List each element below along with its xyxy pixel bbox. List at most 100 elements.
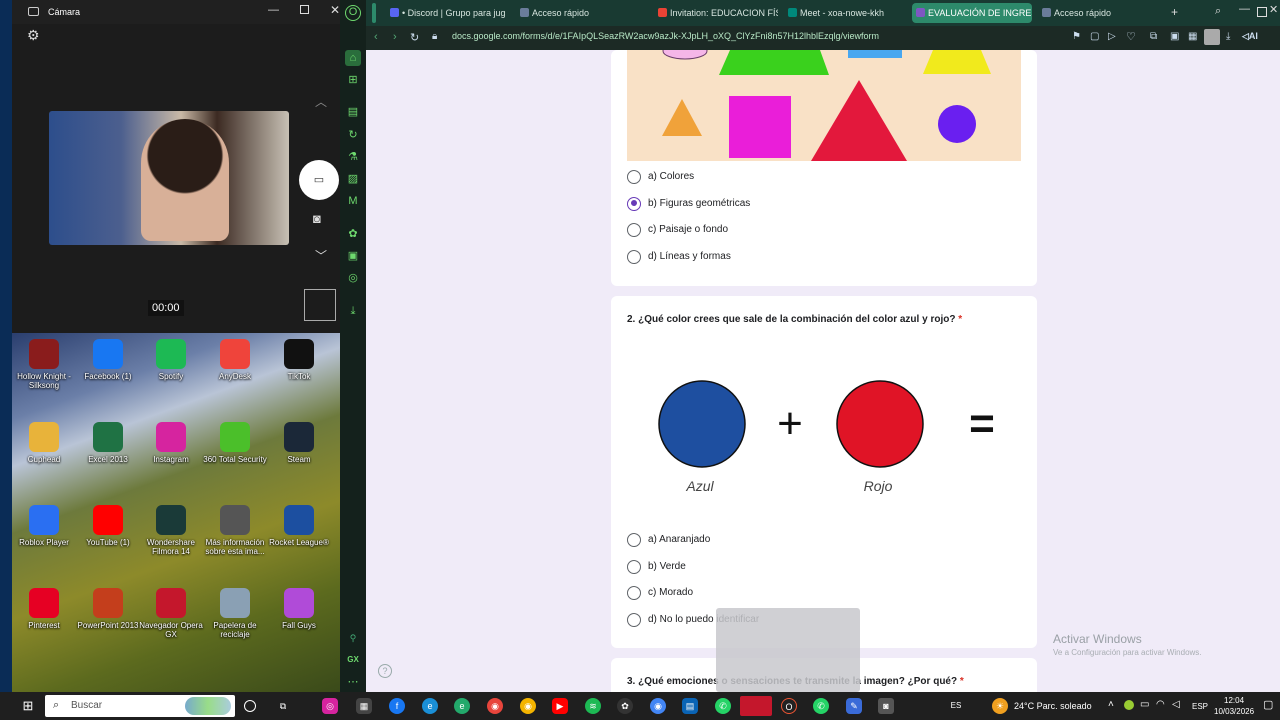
gmail-icon[interactable]: M [345, 193, 361, 209]
desktop-icon[interactable]: Pinterest [12, 588, 76, 630]
video-mode-button[interactable]: ▭ [299, 160, 339, 200]
tray-wifi-icon[interactable]: ◠ [1156, 699, 1165, 710]
pin-icon[interactable]: ⚲ [345, 630, 361, 646]
cortana-icon[interactable] [244, 700, 256, 712]
browser-tab[interactable]: Acceso rápido [1038, 3, 1148, 23]
input-indicator-icon[interactable]: ES [948, 698, 964, 714]
easy-setup-icon[interactable]: ▣ [1170, 31, 1179, 42]
taskbar-camera-icon[interactable]: ◙ [878, 698, 894, 714]
maximize-button[interactable] [300, 5, 309, 14]
forward-icon[interactable]: › [393, 31, 397, 43]
option-label[interactable]: a) Colores [648, 171, 694, 182]
collapse-up-icon[interactable]: ︿ [315, 93, 327, 110]
taskbar-active-app[interactable] [740, 696, 772, 716]
limiter-icon[interactable]: ▨ [345, 171, 361, 187]
desktop-icon[interactable]: Excel 2013 [76, 422, 140, 464]
desktop-icon[interactable]: AnyDesk [203, 339, 267, 381]
desktop-icon[interactable]: Roblox Player [12, 505, 76, 547]
gx-controller-icon[interactable]: ⊞ [345, 72, 361, 88]
radio-button[interactable] [627, 533, 641, 547]
extensions-icon[interactable]: ⧉ [1150, 31, 1157, 42]
tray-chevron-icon[interactable]: ˄ [1108, 699, 1114, 710]
clock-time[interactable]: 12:04 [1224, 696, 1244, 705]
taskbar-edge-icon[interactable]: e [422, 698, 438, 714]
taskbar-chrome-2-icon[interactable]: ◉ [520, 698, 536, 714]
bookmark-icon[interactable]: ⚑ [1072, 31, 1081, 42]
gx-corner-icon[interactable]: ▤ [345, 104, 361, 120]
taskbar-chrome-icon[interactable]: ◉ [487, 698, 503, 714]
browser-tab[interactable]: Meet - xoa-nowe-kkh [784, 3, 906, 23]
option-label[interactable]: c) Morado [648, 587, 693, 598]
taskbar-youtube-icon[interactable]: ▶ [552, 698, 568, 714]
option-label[interactable]: b) Verde [648, 561, 686, 572]
expand-down-icon[interactable]: ﹀ [315, 247, 327, 264]
desktop-icon[interactable]: YouTube (1) [76, 505, 140, 547]
tray-volume-icon[interactable]: ◁ [1172, 699, 1180, 710]
close-button[interactable]: ✕ [330, 3, 340, 17]
start-windows-icon[interactable]: ⊞ [20, 698, 36, 714]
option-label[interactable]: d) Líneas y formas [648, 251, 731, 262]
profile-avatar[interactable] [1204, 29, 1220, 45]
more-icon[interactable]: ⋯ [345, 674, 361, 690]
desktop-icon[interactable]: Wondershare Filmora 14 [139, 505, 203, 556]
taskbar-spotify-icon[interactable]: ≋ [585, 698, 601, 714]
weather-text[interactable]: 24°C Parc. soleado [1014, 701, 1092, 711]
desktop-icon[interactable]: TikTok [267, 339, 331, 381]
snapshot-icon[interactable]: ▢ [1090, 31, 1099, 42]
desktop-icon[interactable]: Más información sobre esta ima... [203, 505, 267, 556]
taskbar-instagram-icon[interactable]: ◎ [322, 698, 338, 714]
search-tabs-icon[interactable]: ⌕ [1215, 5, 1221, 18]
desktop-icon[interactable]: Instagram [139, 422, 203, 464]
radio-button[interactable] [627, 196, 641, 211]
radio-button[interactable] [627, 170, 641, 184]
history-icon[interactable]: ↻ [345, 127, 361, 143]
wallet-icon[interactable]: ▦ [1188, 31, 1197, 42]
desktop-icon[interactable]: Facebook (1) [76, 339, 140, 381]
notifications-icon[interactable]: ▢ [1263, 698, 1273, 711]
desktop-icon[interactable]: Papelera de reciclaje [203, 588, 267, 639]
gallery-thumbnail[interactable] [304, 289, 336, 321]
weather-icon[interactable]: ☀ [992, 698, 1008, 714]
close-window-button[interactable]: ✕ [1269, 3, 1278, 16]
desktop-icon[interactable]: 360 Total Security [203, 422, 267, 464]
opera-gx-logo-icon[interactable]: O [345, 5, 361, 21]
taskbar-store-icon[interactable]: ▦ [356, 698, 372, 714]
chatgpt-icon[interactable]: ✿ [345, 226, 361, 242]
taskbar-facebook-icon[interactable]: f [389, 698, 405, 714]
minimize-button[interactable]: — [268, 4, 279, 16]
option-label[interactable]: b) Figuras geométricas [648, 198, 750, 209]
language-indicator[interactable]: ESP [1192, 702, 1208, 711]
ai-icon[interactable]: ◁AI [1242, 31, 1258, 42]
url-text[interactable]: docs.google.com/forms/d/e/1FAIpQLSeazRW2… [452, 31, 879, 41]
taskbar-outlook-icon[interactable]: ▤ [682, 698, 698, 714]
desktop-icon[interactable]: Spotify [139, 339, 203, 381]
desktop-icon[interactable]: Navegador Opera GX [139, 588, 203, 639]
desktop-icon[interactable]: PowerPoint 2013 [76, 588, 140, 630]
new-tab-button[interactable]: + [1171, 5, 1178, 19]
desktop-icon[interactable]: Steam [267, 422, 331, 464]
taskbar-app-icon[interactable]: ✎ [846, 698, 862, 714]
taskbar-search-box[interactable]: ⌕ Buscar [45, 695, 235, 717]
minimize-window-button[interactable]: — [1239, 3, 1250, 15]
radio-button[interactable] [627, 586, 641, 601]
taskbar-edge-dev-icon[interactable]: e [454, 698, 470, 714]
heart-icon[interactable]: ♡ [1126, 30, 1136, 43]
option-label[interactable]: c) Paisaje o fondo [648, 224, 728, 235]
download-icon[interactable]: ⤓ [345, 303, 361, 319]
taskbar-whatsapp-icon[interactable]: ✆ [715, 698, 731, 714]
tray-app-icon[interactable] [1124, 700, 1134, 710]
desktop-icon[interactable]: Fall Guys [267, 588, 331, 630]
home-icon[interactable]: ⌂ [345, 50, 361, 66]
taskbar-whatsapp-2-icon[interactable]: ✆ [813, 698, 829, 714]
maximize-window-button[interactable] [1257, 7, 1267, 17]
desktop-icon[interactable]: Cuphead [12, 422, 76, 464]
taskbar-chatgpt-icon[interactable]: ✿ [617, 698, 633, 714]
radio-button[interactable] [627, 559, 641, 574]
clock-date[interactable]: 10/03/2026 [1214, 707, 1254, 716]
browser-tab[interactable]: Acceso rápido [516, 3, 644, 23]
taskbar-chrome-3-icon[interactable]: ◉ [650, 698, 666, 714]
option-label[interactable]: a) Anaranjado [648, 534, 710, 545]
photo-mode-camera-icon[interactable]: ◙ [313, 211, 321, 226]
tray-network-icon[interactable]: ▭ [1140, 699, 1149, 710]
radio-button[interactable] [627, 613, 641, 628]
